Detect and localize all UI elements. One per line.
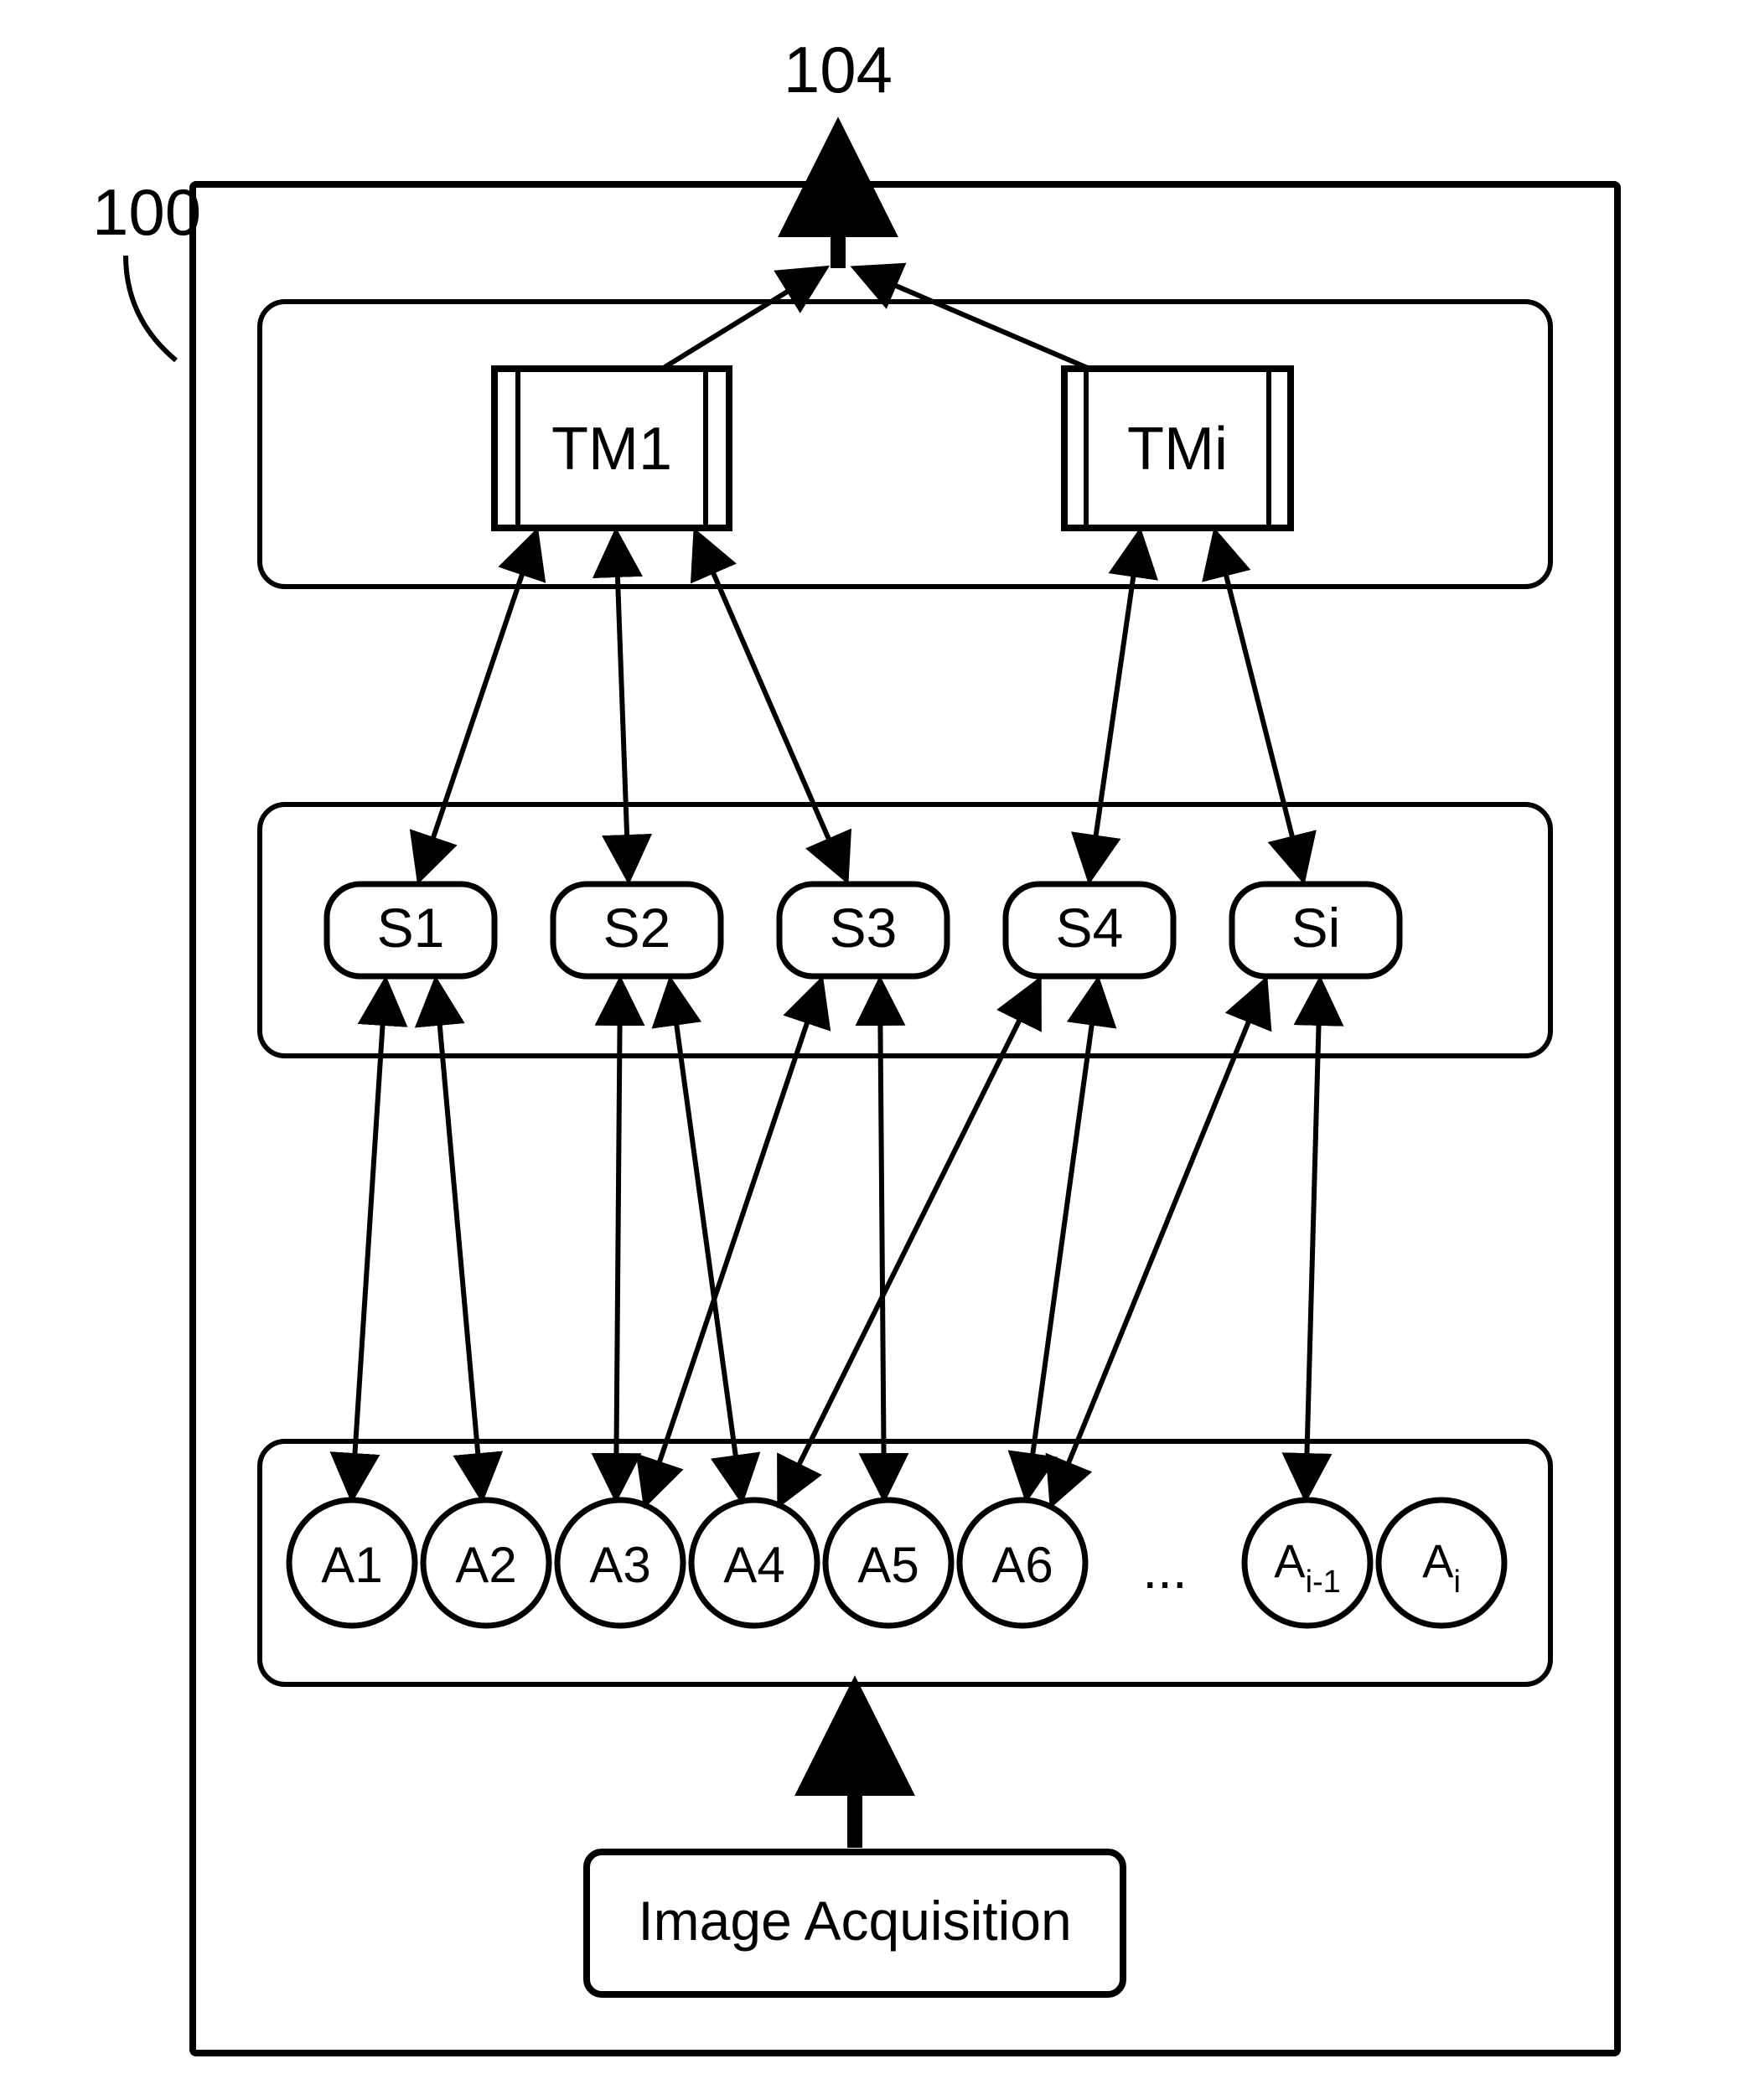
tm1-label: TM1 bbox=[551, 416, 672, 483]
diagram-svg: 104 100 TM1 TMi S1 S2 S3 S4 bbox=[0, 0, 1744, 2100]
s1-label: S1 bbox=[377, 897, 445, 959]
a-ellipsis: ... bbox=[1142, 1539, 1187, 1600]
a1-label: A1 bbox=[321, 1537, 382, 1593]
s4-a4 bbox=[779, 980, 1039, 1504]
s3-node: S3 bbox=[779, 884, 947, 976]
a5-label: A5 bbox=[857, 1537, 919, 1593]
ai-sub: i bbox=[1453, 1565, 1460, 1600]
s2-label: S2 bbox=[603, 897, 671, 959]
a2-label: A2 bbox=[455, 1537, 516, 1593]
a1-node: A1 bbox=[289, 1500, 415, 1626]
si-label: Si bbox=[1291, 897, 1341, 959]
tmi-node: TMi bbox=[1064, 369, 1291, 528]
tm1-to-output bbox=[662, 268, 825, 369]
s3-label: S3 bbox=[830, 897, 898, 959]
a4-node: A4 bbox=[691, 1500, 817, 1626]
aimin1-node: Ai-1 bbox=[1245, 1500, 1370, 1626]
si-a6 bbox=[1052, 980, 1265, 1504]
aimin1-sub: i-1 bbox=[1306, 1565, 1341, 1600]
tmi-to-output bbox=[855, 268, 1089, 369]
a6-node: A6 bbox=[960, 1500, 1085, 1626]
a3-node: A3 bbox=[557, 1500, 683, 1626]
ref-104: 104 bbox=[784, 33, 893, 106]
a6-label: A6 bbox=[991, 1537, 1053, 1593]
ai-node: Ai bbox=[1379, 1500, 1504, 1626]
s1-node: S1 bbox=[327, 884, 494, 976]
a3-label: A3 bbox=[589, 1537, 650, 1593]
a4-label: A4 bbox=[723, 1537, 784, 1593]
s4-node: S4 bbox=[1006, 884, 1173, 976]
s4-label: S4 bbox=[1056, 897, 1124, 959]
si-node: Si bbox=[1232, 884, 1400, 976]
s2-node: S2 bbox=[553, 884, 721, 976]
a2-node: A2 bbox=[423, 1500, 549, 1626]
image-acquisition-label: Image Acquisition bbox=[638, 1890, 1071, 1952]
tmi-label: TMi bbox=[1127, 416, 1228, 483]
tm-layer bbox=[260, 302, 1550, 587]
aimin1-label: A bbox=[1274, 1534, 1306, 1587]
ref-100: 100 bbox=[92, 175, 201, 249]
tm1-node: TM1 bbox=[494, 369, 729, 528]
ref-100-leader bbox=[126, 256, 176, 360]
ai-label: A bbox=[1422, 1534, 1454, 1587]
a5-node: A5 bbox=[825, 1500, 951, 1626]
system-outer-box bbox=[193, 184, 1617, 2053]
